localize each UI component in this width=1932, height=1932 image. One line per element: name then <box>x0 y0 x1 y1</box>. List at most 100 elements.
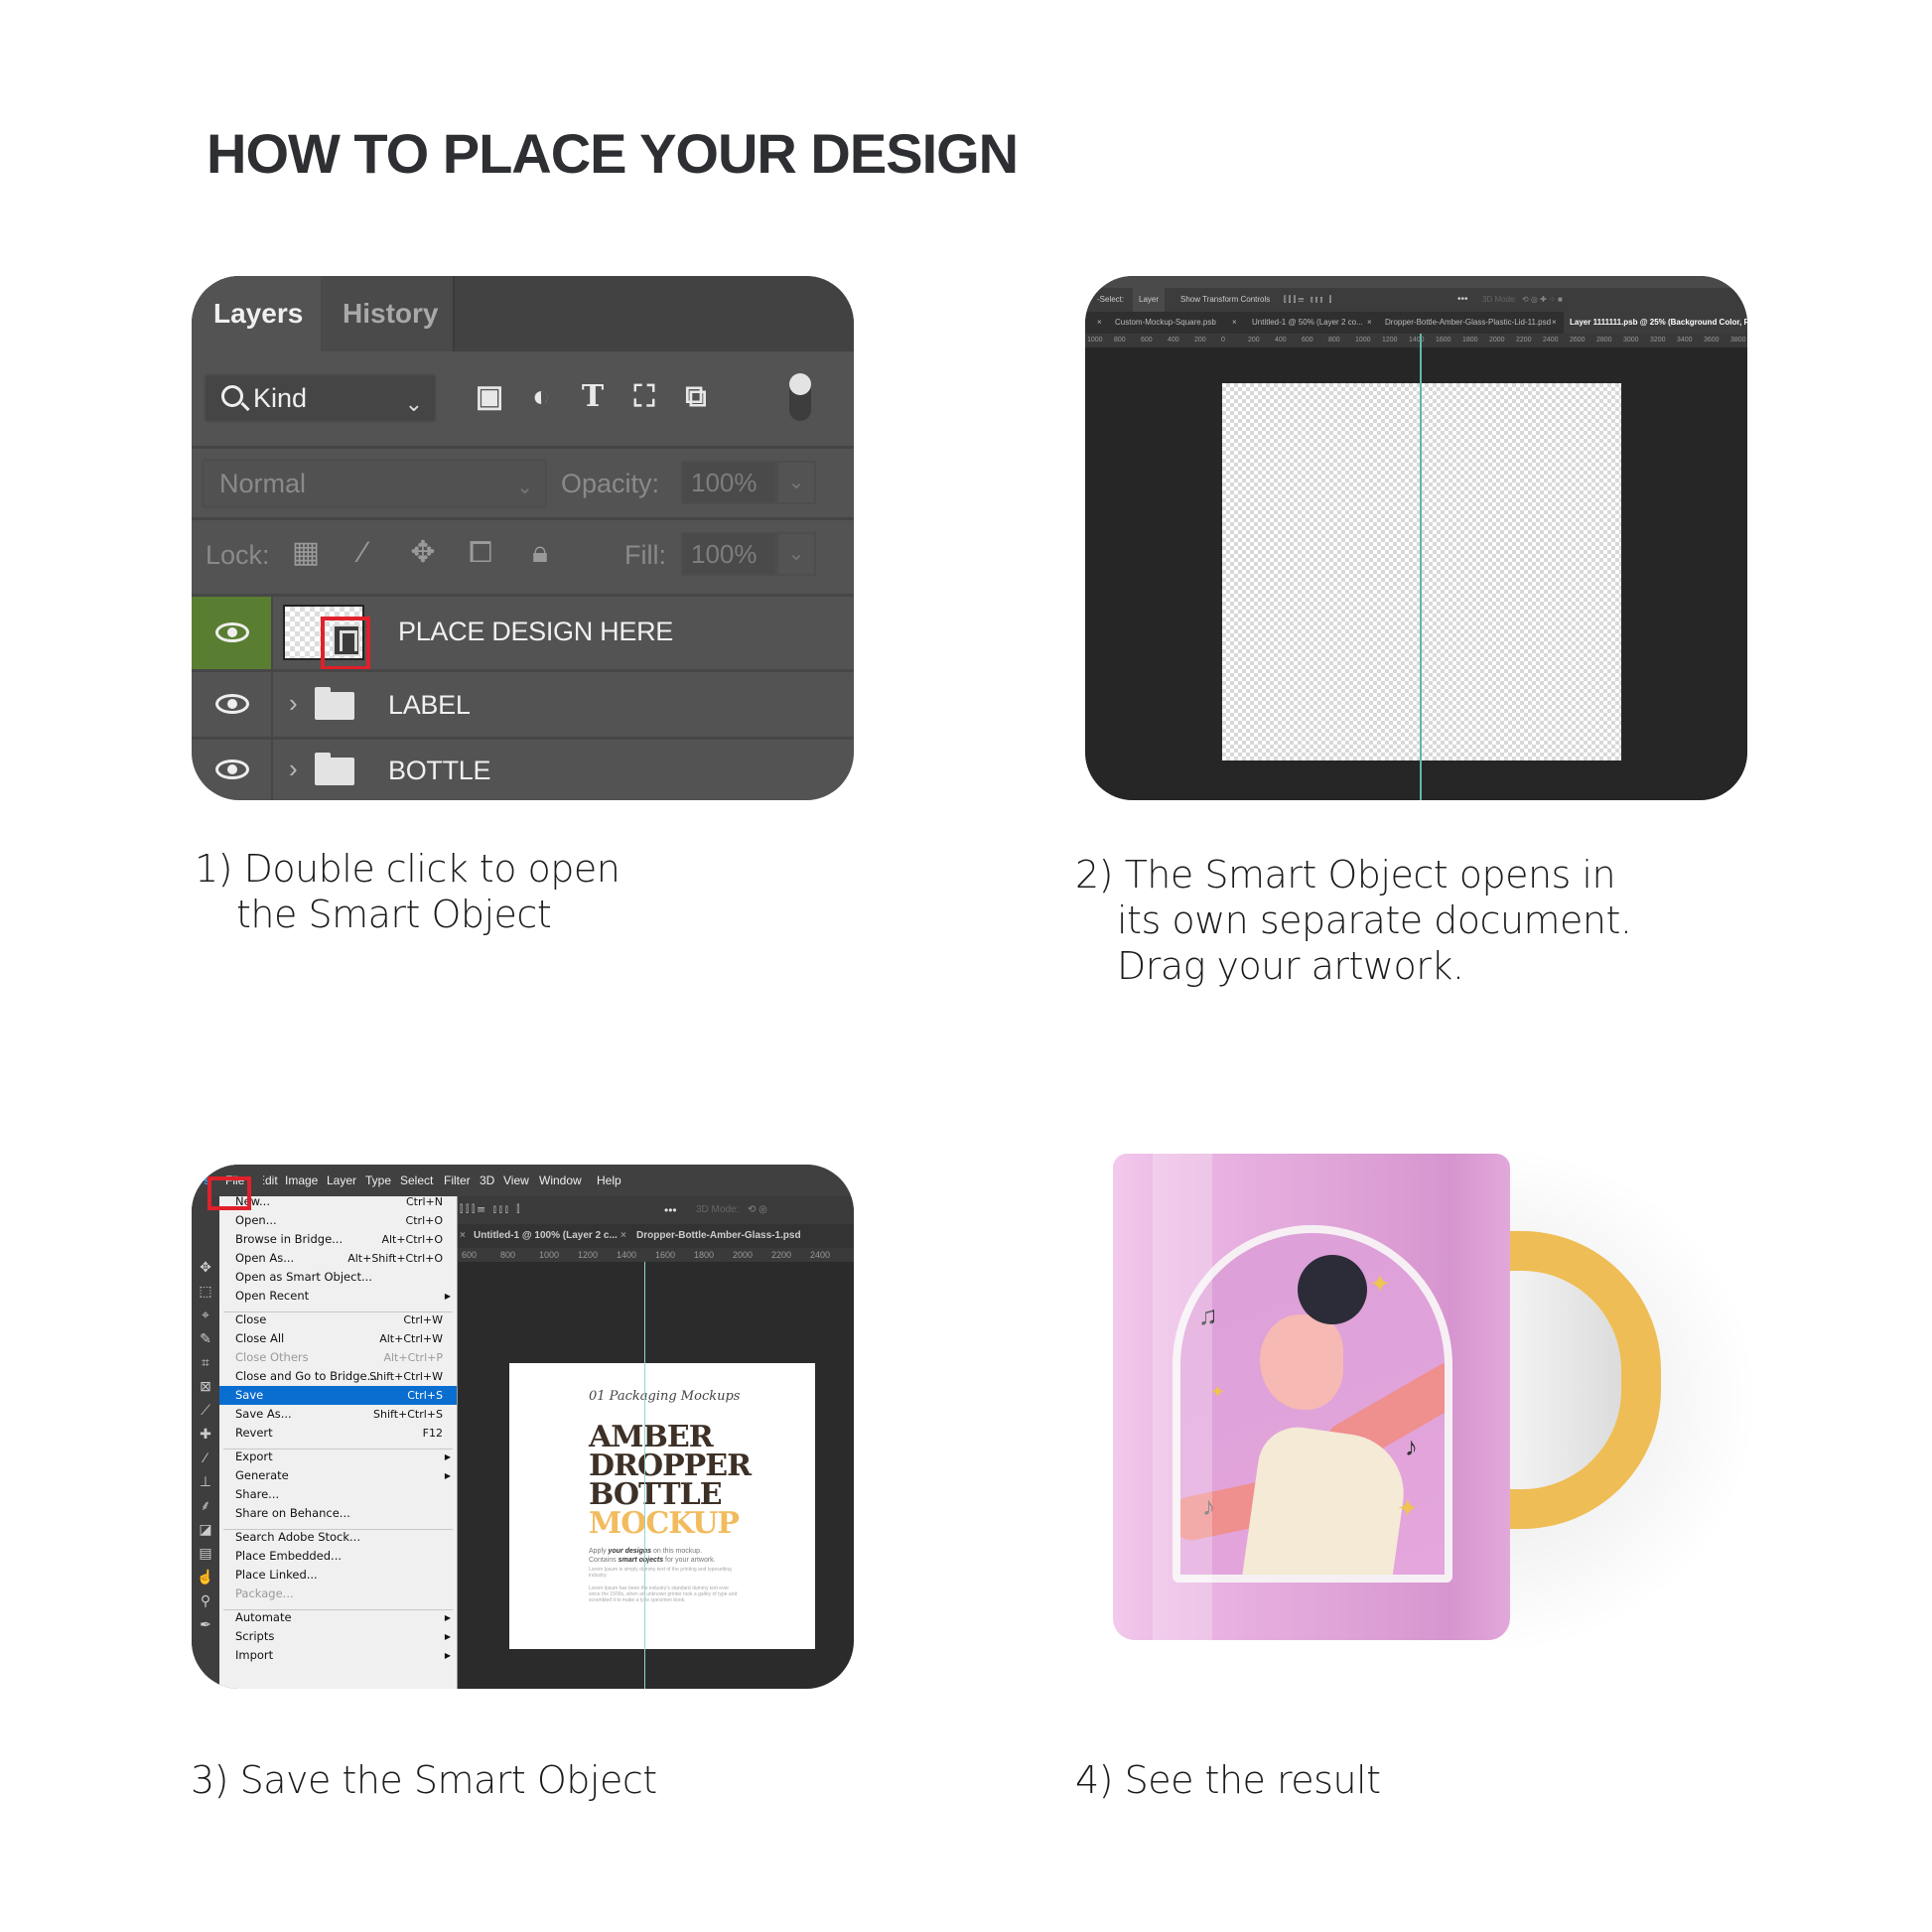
expand-caret-icon[interactable]: › <box>289 754 298 784</box>
kind-filter-dropdown[interactable]: Kind ⌄ <box>204 373 437 423</box>
more-options-button[interactable]: ••• <box>664 1196 677 1224</box>
3d-mode-icons[interactable]: ⟲ ◎ ✚ ⁘ ■ <box>1522 288 1563 312</box>
ruler-tick-label: 1600 <box>1436 337 1451 344</box>
document-tab[interactable]: Custom-Mockup-Square.psb <box>1115 312 1216 334</box>
opacity-input[interactable]: 100% <box>681 461 776 504</box>
menu-item-shortcut: Alt+Shift+Ctrl+O <box>347 1252 443 1265</box>
3d-mode-icons[interactable]: ⟲ ◎ <box>748 1196 767 1224</box>
visibility-toggle[interactable] <box>192 740 273 800</box>
menu-item-open-as[interactable]: Open As... Alt+Shift+Ctrl+O <box>219 1249 457 1268</box>
document-tab[interactable]: Dropper-Bottle-Amber-Glass-1.psd <box>636 1224 801 1248</box>
eyedropper-tool-icon[interactable]: ⟋ <box>196 1401 215 1419</box>
layer-row-label[interactable]: › LABEL <box>192 669 854 737</box>
menu-item-export[interactable]: Export ▶ <box>219 1448 457 1466</box>
menu-item-share[interactable]: Share... <box>219 1485 457 1504</box>
fill-dropdown-button[interactable]: ⌄ <box>776 532 816 576</box>
move-tool-icon[interactable]: ✥ <box>196 1258 215 1276</box>
gradient-tool-icon[interactable]: ▤ <box>196 1544 215 1562</box>
menu-item-close[interactable]: Close Ctrl+W <box>219 1311 457 1329</box>
tab-history[interactable]: History <box>321 276 455 351</box>
guide-line[interactable] <box>1420 334 1422 800</box>
document-canvas[interactable]: 01 Packaging Mockups AMBER DROPPER BOTTL… <box>509 1363 815 1649</box>
menu-item-scripts[interactable]: Scripts ▶ <box>219 1627 457 1646</box>
menu-help[interactable]: Help <box>597 1165 621 1196</box>
document-tab[interactable]: Untitled-1 @ 100% (Layer 2 c... <box>474 1224 618 1248</box>
menu-item-new[interactable]: New... Ctrl+N <box>219 1192 457 1211</box>
menu-item-package[interactable]: Package... <box>219 1585 457 1603</box>
guide-line[interactable] <box>644 1262 645 1689</box>
adjustment-filter-icon[interactable]: ◐ <box>521 377 561 417</box>
visibility-toggle[interactable] <box>192 597 273 669</box>
menu-3d[interactable]: 3D <box>480 1165 494 1196</box>
menu-item-generate[interactable]: Generate ▶ <box>219 1466 457 1485</box>
document-tab[interactable]: Untitled-1 @ 50% (Layer 2 co... <box>1252 312 1363 334</box>
document-tab-active[interactable]: Layer 1111111.psb @ 25% (Background Colo… <box>1564 312 1747 334</box>
crop-tool-icon[interactable]: ⌗ <box>196 1353 215 1371</box>
lasso-tool-icon[interactable]: ⌖ <box>196 1306 215 1323</box>
menu-window[interactable]: Window <box>539 1165 582 1196</box>
submenu-arrow-icon: ▶ <box>444 1613 451 1622</box>
menu-item-search-adobe-stock[interactable]: Search Adobe Stock... <box>219 1528 457 1547</box>
opacity-dropdown-button[interactable]: ⌄ <box>776 461 816 504</box>
close-icon[interactable]: × <box>1232 312 1237 334</box>
pen-tool-icon[interactable]: ✒ <box>196 1615 215 1633</box>
more-options-button[interactable]: ••• <box>1457 288 1468 312</box>
menu-item-open-as-smart-object[interactable]: Open as Smart Object... <box>219 1268 457 1287</box>
close-icon[interactable]: × <box>621 1224 626 1248</box>
dodge-tool-icon[interactable]: ⚲ <box>196 1591 215 1609</box>
smart-object-filter-icon[interactable]: ⧉ <box>676 377 716 417</box>
menu-item-open[interactable]: Open... Ctrl+O <box>219 1211 457 1230</box>
menu-item-place-embedded[interactable]: Place Embedded... <box>219 1547 457 1566</box>
smudge-tool-icon[interactable]: ☝ <box>196 1568 215 1586</box>
menu-item-place-linked[interactable]: Place Linked... <box>219 1566 457 1585</box>
transparent-canvas[interactable] <box>1222 383 1621 760</box>
tab-layers[interactable]: Layers <box>192 276 321 351</box>
menu-item-save[interactable]: Save Ctrl+S <box>219 1386 457 1405</box>
lock-position-move-icon[interactable]: ✥ <box>404 534 442 572</box>
align-icons[interactable]: ⫿ ⫿ ⫿ ☰ ⫾ ⫾ ⫾ ⫿ <box>460 1196 519 1224</box>
menu-item-close-and-go-to-bridge[interactable]: Close and Go to Bridge... Shift+Ctrl+W <box>219 1367 457 1386</box>
close-icon[interactable]: × <box>1367 312 1372 334</box>
lock-artboard-icon[interactable]: ⧠ <box>462 534 499 572</box>
fill-input[interactable]: 100% <box>681 532 776 576</box>
menu-item-import[interactable]: Import ▶ <box>219 1646 457 1665</box>
history-brush-tool-icon[interactable]: ⸙ <box>196 1496 215 1514</box>
eraser-tool-icon[interactable]: ◪ <box>196 1520 215 1538</box>
visibility-toggle[interactable] <box>192 672 273 737</box>
blend-mode-dropdown[interactable]: Normal ⌄ <box>202 459 547 508</box>
close-icon[interactable]: × <box>460 1224 466 1248</box>
layer-row-place-design-here[interactable]: PLACE DESIGN HERE <box>192 594 854 670</box>
show-transform-controls-checkbox[interactable]: Show Transform Controls <box>1180 288 1270 312</box>
subtitle-text: for your artwork. <box>663 1557 716 1564</box>
expand-caret-icon[interactable]: › <box>289 688 298 719</box>
layer-row-bottle[interactable]: › BOTTLE <box>192 737 854 800</box>
lock-transparent-pixels-icon[interactable]: ▦ <box>287 534 325 572</box>
brush-tool-icon[interactable]: ⁄ <box>196 1449 215 1466</box>
stamp-tool-icon[interactable]: ⊥ <box>196 1472 215 1490</box>
menu-bar <box>1085 276 1747 288</box>
menu-view[interactable]: View <box>503 1165 529 1196</box>
menu-item-close-others[interactable]: Close Others Alt+Ctrl+P <box>219 1348 457 1367</box>
close-icon[interactable]: × <box>1552 312 1557 334</box>
menu-item-save-as[interactable]: Save As... Shift+Ctrl+S <box>219 1405 457 1424</box>
close-icon[interactable]: × <box>1097 312 1102 334</box>
type-filter-icon[interactable]: T <box>573 377 613 417</box>
menu-item-automate[interactable]: Automate ▶ <box>219 1608 457 1627</box>
marquee-tool-icon[interactable]: ⬚ <box>196 1282 215 1300</box>
menu-item-share-on-behance[interactable]: Share on Behance... <box>219 1504 457 1523</box>
align-icons[interactable]: ⫿ ⫿ ⫿ ☰ ⫾ ⫾ ⫾ ⫿ <box>1284 288 1331 312</box>
menu-item-revert[interactable]: Revert F12 <box>219 1424 457 1443</box>
menu-item-browse-in-bridge[interactable]: Browse in Bridge... Alt+Ctrl+O <box>219 1230 457 1249</box>
menu-item-open-recent[interactable]: Open Recent ▶ <box>219 1287 457 1306</box>
filter-toggle[interactable] <box>789 373 811 421</box>
shape-filter-icon[interactable]: ⛶ <box>624 377 664 417</box>
menu-item-close-all[interactable]: Close All Alt+Ctrl+W <box>219 1329 457 1348</box>
lock-all-icon[interactable]: 🔒︎ <box>521 534 559 572</box>
lock-image-pixels-brush-icon[interactable]: ⁄ <box>345 534 382 572</box>
healing-tool-icon[interactable]: ✚ <box>196 1425 215 1443</box>
quick-select-tool-icon[interactable]: ✎ <box>196 1329 215 1347</box>
document-tab[interactable]: Dropper-Bottle-Amber-Glass-Plastic-Lid-1… <box>1385 312 1551 334</box>
auto-select-dropdown[interactable]: Layer <box>1133 288 1166 312</box>
frame-tool-icon[interactable]: ⊠ <box>196 1377 215 1395</box>
image-filter-icon[interactable]: ▣ <box>470 377 509 417</box>
